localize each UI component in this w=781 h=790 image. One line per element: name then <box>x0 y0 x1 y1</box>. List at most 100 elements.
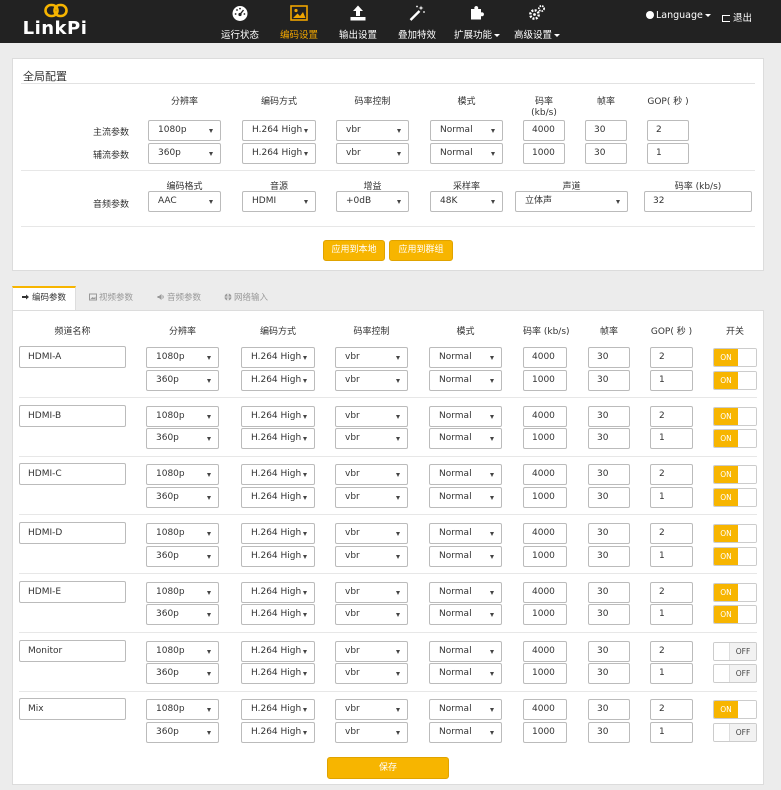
nav-item-output[interactable]: 输出设置 <box>336 0 380 43</box>
stream-fps-input[interactable]: 30 <box>588 545 630 567</box>
stream-codec-select[interactable]: H.264 High <box>241 405 315 427</box>
nav-item-status[interactable]: 运行状态 <box>218 0 262 43</box>
stream-rc-select[interactable]: vbr <box>335 523 408 545</box>
main-resolution-select[interactable]: 1080p <box>148 120 221 141</box>
stream-codec-select[interactable]: H.264 High <box>241 604 315 626</box>
stream-codec-select[interactable]: H.264 High <box>241 545 315 567</box>
stream-rc-select[interactable]: vbr <box>335 486 408 508</box>
stream-mode-select[interactable]: Normal <box>429 581 502 603</box>
stream-rc-select[interactable]: vbr <box>335 405 408 427</box>
stream-gop-input[interactable]: 1 <box>650 486 693 508</box>
toggle-on[interactable]: ON <box>713 582 757 602</box>
stream-resolution-select[interactable]: 1080p <box>146 640 219 662</box>
stream-gop-input[interactable]: 1 <box>650 721 693 743</box>
stream-gop-input[interactable]: 1 <box>650 604 693 626</box>
stream-resolution-select[interactable]: 360p <box>146 604 219 626</box>
stream-bitrate-input[interactable]: 4000 <box>523 699 567 721</box>
stream-rc-select[interactable]: vbr <box>335 347 408 368</box>
stream-codec-select[interactable]: H.264 High <box>241 428 315 450</box>
stream-rc-select[interactable]: vbr <box>335 464 408 486</box>
main-mode-select[interactable]: Normal <box>430 120 503 141</box>
stream-bitrate-input[interactable]: 1000 <box>523 604 567 626</box>
main-fps-input[interactable]: 30 <box>585 120 627 141</box>
stream-resolution-select[interactable]: 360p <box>146 486 219 508</box>
stream-mode-select[interactable]: Normal <box>429 428 502 450</box>
stream-bitrate-input[interactable]: 1000 <box>523 721 567 743</box>
stream-bitrate-input[interactable]: 1000 <box>523 486 567 508</box>
channel-name-input[interactable]: Monitor <box>19 639 126 662</box>
stream-fps-input[interactable]: 30 <box>588 721 630 743</box>
tab-audio-params[interactable]: 音频参数 <box>157 286 201 310</box>
sub-mode-select[interactable]: Normal <box>430 143 503 164</box>
stream-rc-select[interactable]: vbr <box>335 604 408 626</box>
stream-codec-select[interactable]: H.264 High <box>241 369 315 391</box>
stream-fps-input[interactable]: 30 <box>588 581 630 603</box>
apply-local-button[interactable]: 应用到本地 <box>323 240 385 261</box>
audio-bitrate-input[interactable]: 32 <box>644 191 752 212</box>
stream-resolution-select[interactable]: 1080p <box>146 405 219 427</box>
stream-bitrate-input[interactable]: 1000 <box>523 663 567 684</box>
channel-name-input[interactable]: HDMI-E <box>19 580 126 603</box>
toggle-on[interactable]: ON <box>713 429 757 449</box>
stream-codec-select[interactable]: H.264 High <box>241 721 315 743</box>
stream-fps-input[interactable]: 30 <box>588 405 630 427</box>
toggle-on[interactable]: ON <box>713 700 757 720</box>
stream-mode-select[interactable]: Normal <box>429 545 502 567</box>
main-rc-select[interactable]: vbr <box>336 120 409 141</box>
stream-resolution-select[interactable]: 1080p <box>146 523 219 545</box>
stream-gop-input[interactable]: 2 <box>650 699 693 721</box>
stream-codec-select[interactable]: H.264 High <box>241 699 315 721</box>
stream-bitrate-input[interactable]: 4000 <box>523 405 567 427</box>
stream-resolution-select[interactable]: 360p <box>146 369 219 391</box>
stream-mode-select[interactable]: Normal <box>429 347 502 368</box>
sub-resolution-select[interactable]: 360p <box>148 143 221 164</box>
stream-mode-select[interactable]: Normal <box>429 663 502 684</box>
stream-gop-input[interactable]: 1 <box>650 369 693 391</box>
stream-bitrate-input[interactable]: 1000 <box>523 545 567 567</box>
nav-item-extensions[interactable]: 扩展功能 <box>452 0 502 43</box>
stream-mode-select[interactable]: Normal <box>429 486 502 508</box>
toggle-off[interactable]: OFF <box>713 722 757 742</box>
stream-codec-select[interactable]: H.264 High <box>241 486 315 508</box>
nav-item-overlay[interactable]: 叠加特效 <box>395 0 439 43</box>
stream-fps-input[interactable]: 30 <box>588 486 630 508</box>
stream-bitrate-input[interactable]: 4000 <box>523 464 567 486</box>
toggle-on[interactable]: ON <box>713 546 757 566</box>
toggle-on[interactable]: ON <box>713 406 757 426</box>
toggle-on[interactable]: ON <box>713 487 757 507</box>
stream-mode-select[interactable]: Normal <box>429 405 502 427</box>
stream-resolution-select[interactable]: 360p <box>146 721 219 743</box>
stream-fps-input[interactable]: 30 <box>588 428 630 450</box>
audio-format-select[interactable]: AAC <box>148 191 221 212</box>
toggle-on[interactable]: ON <box>713 465 757 485</box>
stream-bitrate-input[interactable]: 4000 <box>523 581 567 603</box>
audio-channel-select[interactable]: 立体声 <box>515 191 628 212</box>
stream-fps-input[interactable]: 30 <box>588 347 630 368</box>
stream-codec-select[interactable]: H.264 High <box>241 523 315 545</box>
stream-codec-select[interactable]: H.264 High <box>241 464 315 486</box>
stream-mode-select[interactable]: Normal <box>429 604 502 626</box>
channel-name-input[interactable]: Mix <box>19 698 126 721</box>
sub-fps-input[interactable]: 30 <box>585 143 627 164</box>
tab-encode-params[interactable]: 编码参数 <box>12 286 76 310</box>
save-button[interactable]: 保存 <box>327 757 449 779</box>
toggle-off[interactable]: OFF <box>713 664 757 683</box>
stream-fps-input[interactable]: 30 <box>588 464 630 486</box>
audio-gain-select[interactable]: +0dB <box>336 191 409 212</box>
stream-fps-input[interactable]: 30 <box>588 604 630 626</box>
toggle-on[interactable]: ON <box>713 605 757 625</box>
stream-gop-input[interactable]: 1 <box>650 663 693 684</box>
apply-group-button[interactable]: 应用到群组 <box>389 240 453 261</box>
toggle-off[interactable]: OFF <box>713 641 757 661</box>
stream-fps-input[interactable]: 30 <box>588 523 630 545</box>
stream-bitrate-input[interactable]: 1000 <box>523 369 567 391</box>
stream-gop-input[interactable]: 2 <box>650 523 693 545</box>
audio-samplerate-select[interactable]: 48K <box>430 191 503 212</box>
stream-gop-input[interactable]: 1 <box>650 428 693 450</box>
tab-video-params[interactable]: 视频参数 <box>89 286 133 310</box>
stream-rc-select[interactable]: vbr <box>335 428 408 450</box>
stream-mode-select[interactable]: Normal <box>429 721 502 743</box>
main-codec-select[interactable]: H.264 High <box>242 120 316 141</box>
stream-resolution-select[interactable]: 360p <box>146 663 219 684</box>
stream-resolution-select[interactable]: 1080p <box>146 347 219 368</box>
